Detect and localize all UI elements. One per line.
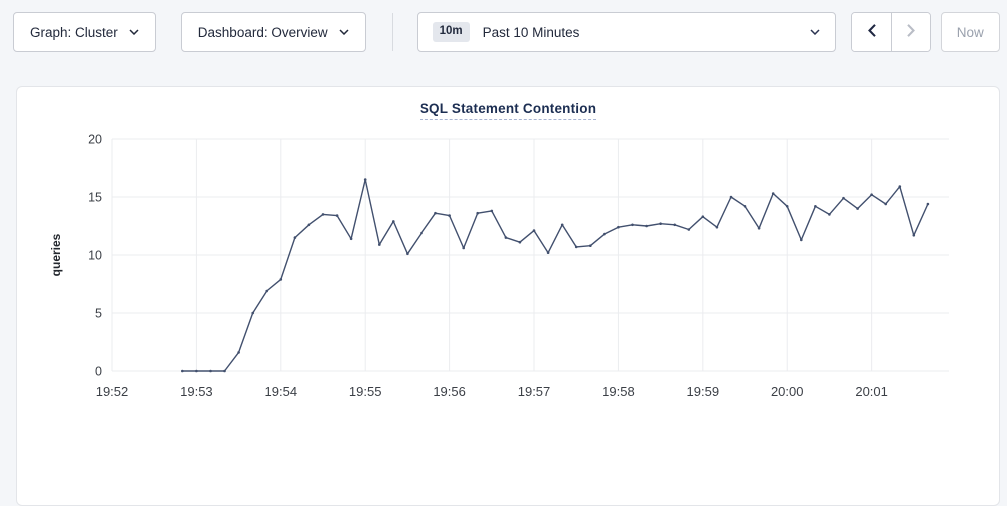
- chevron-down-icon: [339, 29, 349, 35]
- x-tick-label: 19:57: [518, 384, 551, 399]
- data-point: [856, 207, 859, 210]
- data-point: [251, 312, 254, 315]
- chevron-down-icon: [810, 29, 820, 35]
- data-point: [702, 215, 705, 218]
- next-range-button[interactable]: [891, 13, 930, 51]
- x-tick-label: 19:53: [180, 384, 213, 399]
- data-point: [406, 253, 409, 256]
- data-point: [223, 370, 226, 373]
- data-point: [927, 203, 930, 206]
- data-point: [462, 247, 465, 250]
- data-point: [547, 251, 550, 254]
- data-point: [744, 205, 747, 208]
- time-range-label: Past 10 Minutes: [483, 25, 580, 40]
- toolbar: Graph: Cluster Dashboard: Overview 10m P…: [13, 12, 1000, 52]
- data-point: [505, 236, 508, 239]
- dashboard-dropdown-label: Dashboard: Overview: [198, 25, 328, 40]
- data-point: [730, 196, 733, 199]
- time-range-badge: 10m: [433, 22, 470, 42]
- x-tick-label: 19:54: [265, 384, 298, 399]
- data-point: [758, 227, 761, 230]
- data-point: [308, 224, 311, 227]
- time-range-selector[interactable]: 10m Past 10 Minutes: [417, 12, 837, 52]
- data-point: [265, 290, 268, 293]
- data-point: [392, 220, 395, 223]
- data-point: [364, 178, 367, 181]
- data-point: [476, 212, 479, 215]
- data-point: [420, 232, 423, 235]
- x-tick-label: 19:59: [687, 384, 720, 399]
- data-point: [884, 203, 887, 206]
- data-point: [209, 370, 212, 373]
- x-tick-label: 20:00: [771, 384, 804, 399]
- data-point: [237, 351, 240, 354]
- chevron-down-icon: [129, 29, 139, 35]
- data-point: [589, 244, 592, 247]
- x-tick-label: 19:55: [349, 384, 382, 399]
- data-point: [716, 226, 719, 229]
- data-point: [519, 241, 522, 244]
- data-point: [673, 224, 676, 227]
- graph-dropdown-label: Graph: Cluster: [30, 25, 118, 40]
- data-point: [195, 370, 198, 373]
- x-tick-label: 19:52: [96, 384, 129, 399]
- data-point: [181, 370, 184, 373]
- data-point: [603, 233, 606, 236]
- data-point: [350, 238, 353, 241]
- data-point: [688, 228, 691, 231]
- data-point: [772, 192, 775, 195]
- data-point: [533, 229, 536, 232]
- data-point: [631, 224, 634, 227]
- y-tick-label: 15: [88, 191, 102, 205]
- data-point: [659, 222, 662, 225]
- y-tick-label: 5: [95, 307, 102, 321]
- data-point: [899, 185, 902, 188]
- toolbar-divider: [392, 13, 393, 51]
- x-tick-label: 19:56: [433, 384, 466, 399]
- x-tick-label: 19:58: [602, 384, 635, 399]
- chevron-left-icon: [867, 23, 877, 41]
- data-point: [322, 213, 325, 216]
- y-tick-label: 0: [95, 365, 102, 379]
- data-point: [645, 225, 648, 228]
- data-point: [294, 236, 297, 239]
- chevron-right-icon: [906, 23, 916, 41]
- prev-range-button[interactable]: [852, 13, 891, 51]
- data-point: [561, 224, 564, 227]
- data-point: [786, 205, 789, 208]
- data-point: [491, 210, 494, 213]
- data-point: [378, 243, 381, 246]
- y-tick-label: 20: [88, 133, 102, 147]
- time-range-pager: [851, 12, 930, 52]
- data-point: [280, 278, 283, 281]
- data-point: [800, 239, 803, 242]
- data-point: [336, 214, 339, 217]
- dashboard-dropdown[interactable]: Dashboard: Overview: [181, 12, 366, 52]
- data-point: [434, 212, 437, 215]
- data-point: [448, 214, 451, 217]
- series-line: [182, 180, 928, 371]
- data-point: [870, 193, 873, 196]
- now-button[interactable]: Now: [941, 12, 1000, 52]
- graph-dropdown[interactable]: Graph: Cluster: [13, 12, 156, 52]
- data-point: [814, 205, 817, 208]
- data-point: [575, 246, 578, 249]
- data-point: [913, 234, 916, 237]
- data-point: [828, 213, 831, 216]
- chart-card: SQL Statement Contention queries 0510152…: [16, 86, 1000, 506]
- x-tick-label: 20:01: [855, 384, 888, 399]
- contention-chart: 0 5 10 15 20 19:52 19:53 19:54 19:55 19:56 19:57 19…: [17, 115, 1001, 415]
- data-point: [617, 226, 620, 229]
- y-tick-label: 10: [88, 249, 102, 263]
- data-point: [842, 197, 845, 200]
